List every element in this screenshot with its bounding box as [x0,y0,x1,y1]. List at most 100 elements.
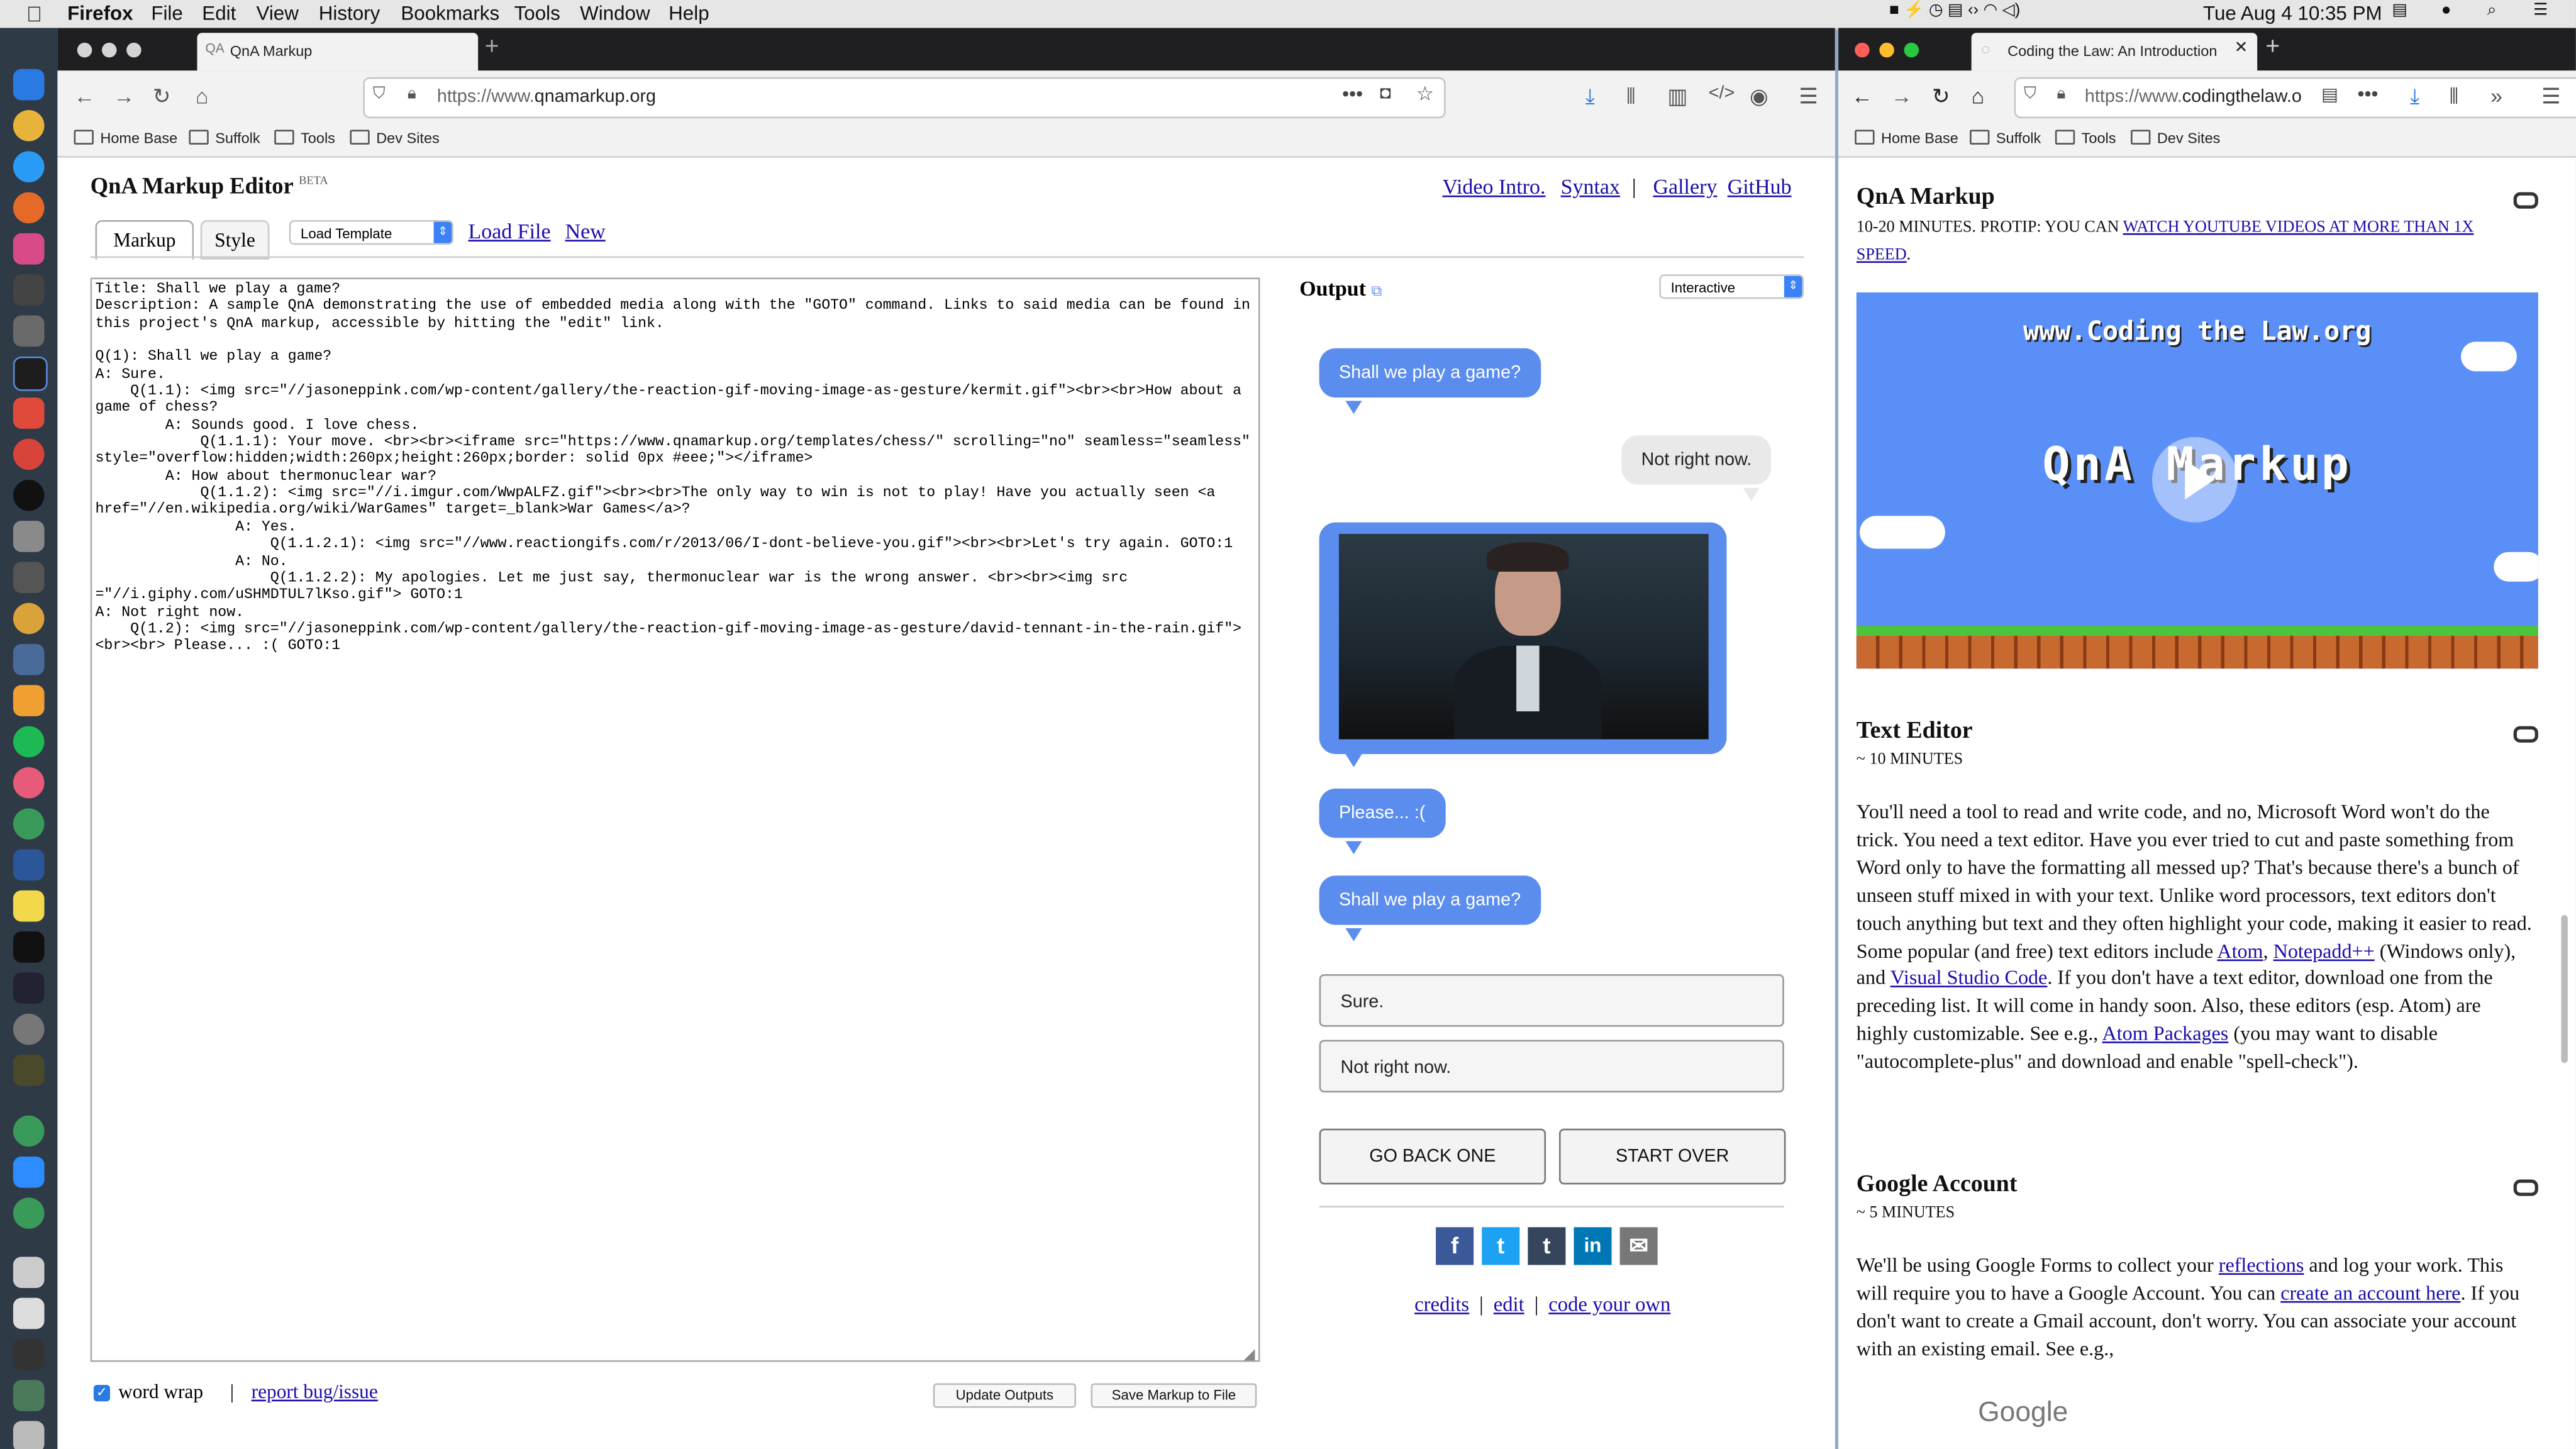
downloads-icon[interactable]: ⤓ [2410,84,2419,110]
page-actions-icon[interactable]: ••• [1342,82,1363,106]
control-center-icon[interactable]: ▤ [2392,2,2407,20]
bookmark-dev-sites[interactable]: Dev Sites [2131,130,2220,146]
app-icon-32[interactable] [13,1380,45,1411]
go-back-one-button[interactable]: GO BACK ONE [1319,1128,1546,1185]
menu-help[interactable]: Help [669,2,709,25]
new-link[interactable]: New [565,218,606,245]
spotify-icon[interactable] [13,726,45,758]
resize-handle-icon[interactable]: ◢ [1243,1345,1255,1363]
activity-monitor-icon[interactable] [13,972,45,1004]
bookmark-dev-sites[interactable]: Dev Sites [350,130,440,146]
sidebar-icon[interactable]: ▥ [1667,84,1687,110]
gallery-link[interactable]: Gallery [1653,174,1718,199]
word-wrap-checkbox[interactable]: ✓ [93,1385,111,1402]
user-icon[interactable]: ● [2441,2,2451,20]
apple-menu-icon[interactable]:  [26,2,42,26]
close-tab-icon[interactable]: ✕ [2235,40,2248,58]
qna-markup-video-embed[interactable]: www.Coding the Law.org QnA Markup [1856,292,2538,669]
twitter-share-icon[interactable]: t [1482,1227,1520,1265]
app-icon-13[interactable] [13,562,45,594]
back-arrow-icon[interactable]: ← [1852,84,1873,108]
credits-link[interactable]: credits [1414,1293,1469,1316]
close-window-button[interactable] [1855,42,1870,58]
atom-packages-link[interactable]: Atom Packages [2102,1022,2229,1045]
trash-icon[interactable] [13,1421,45,1449]
bookmark-suffolk[interactable]: Suffolk [1970,130,2041,146]
reader-view-icon[interactable]: ▤ [2321,84,2338,105]
bookmark-home-base[interactable]: Home Base [74,130,177,146]
external-link-icon[interactable]: ⧉ [1371,282,1382,299]
anchor-link-icon[interactable] [2513,192,2538,209]
page-actions-icon[interactable]: ••• [2358,82,2379,106]
app-icon-7[interactable] [13,315,45,347]
forward-arrow-icon[interactable]: → [113,84,135,108]
app-menu-icon[interactable]: ☰ [2541,84,2560,110]
github-link[interactable]: GitHub [1728,174,1792,199]
output-mode-select[interactable]: Interactive ⇕ [1659,274,1804,299]
create-account-link[interactable]: create an account here [2280,1281,2460,1304]
video-intro-link[interactable]: Video Intro. [1443,174,1546,199]
menu-edit[interactable]: Edit [202,2,236,25]
shield-icon[interactable]: ⛉ [373,86,386,104]
app-icon-12[interactable] [13,521,45,552]
reload-icon[interactable]: ↻ [1932,84,1950,110]
answer-choice-sure[interactable]: Sure. [1319,974,1784,1027]
back-arrow-icon[interactable]: ← [74,84,96,108]
reflections-link[interactable]: reflections [2219,1253,2304,1277]
console-icon[interactable] [13,1055,45,1086]
visual-studio-code-link[interactable]: Visual Studio Code [1890,967,2048,990]
app-icon-10[interactable] [13,438,45,470]
folder-icon[interactable] [13,1257,45,1288]
bookmark-star-icon[interactable]: ☆ [1416,82,1434,106]
menu-bookmarks[interactable]: Bookmarks [401,2,499,25]
terminal-icon[interactable] [13,931,45,963]
close-window-button[interactable] [77,42,92,58]
new-tab-icon[interactable]: + [2265,33,2280,60]
photos-icon[interactable] [13,602,45,635]
calendar-icon[interactable] [13,397,45,429]
zoom-window-button[interactable] [1904,42,1919,58]
menu-window[interactable]: Window [580,2,650,25]
music-icon[interactable] [13,767,45,799]
finder-icon[interactable] [13,69,45,101]
syntax-link[interactable]: Syntax [1561,174,1620,199]
answer-choice-not-right-now[interactable]: Not right now. [1319,1040,1784,1093]
menubar-clock[interactable]: Tue Aug 4 10:35 PM [2203,2,2382,25]
app-icon-8[interactable] [13,356,48,391]
firefox-icon[interactable] [13,192,45,224]
load-template-select[interactable]: Load Template ⇕ [289,220,453,245]
minimize-window-button[interactable] [1879,42,1894,58]
menu-history[interactable]: History [319,2,380,25]
app-icon-31[interactable] [13,1338,45,1370]
menu-file[interactable]: File [151,2,183,25]
shield-icon[interactable]: ⛉ [2024,86,2036,104]
markup-editor-textarea[interactable]: Title: Shall we play a game? Description… [90,277,1260,1362]
url-bar[interactable]: ⛉ 🔒︎ https://www.qnamarkup.org ••• ◘ ☆ [363,77,1446,119]
menu-tools[interactable]: Tools [514,2,560,25]
tumblr-share-icon[interactable]: t [1528,1227,1566,1265]
app-icon-26[interactable] [13,1115,45,1147]
bookmark-home-base[interactable]: Home Base [1855,130,1958,146]
vertical-scrollbar[interactable] [2561,914,2568,1063]
library-icon[interactable]: ⫴ [1626,84,1635,110]
notepad-link[interactable]: Notepadd++ [2273,939,2375,962]
email-share-icon[interactable]: ✉ [1619,1227,1658,1265]
github-icon[interactable] [13,479,45,511]
edit-link[interactable]: edit [1494,1293,1524,1316]
downloads-icon[interactable] [13,1297,45,1330]
app-icon-16[interactable] [13,685,45,716]
home-icon[interactable]: ⌂ [196,84,209,108]
account-icon[interactable]: ◉ [1750,84,1768,110]
reload-icon[interactable]: ↻ [153,84,170,110]
menu-app-name[interactable]: Firefox [67,2,133,25]
code-your-own-link[interactable]: code your own [1548,1293,1670,1316]
word-icon[interactable] [13,849,45,881]
start-over-button[interactable]: START OVER [1558,1128,1786,1185]
tab-qna-markup[interactable]: QA QnA Markup [197,33,479,71]
dev-tools-icon[interactable]: </> [1709,84,1735,103]
report-bug-link[interactable]: report bug/issue [252,1380,378,1404]
tab-style[interactable]: Style [200,220,270,260]
anchor-link-icon[interactable] [2513,1179,2538,1196]
app-icon-19[interactable] [13,808,45,840]
pocket-icon[interactable]: ◘ [1380,84,1391,103]
